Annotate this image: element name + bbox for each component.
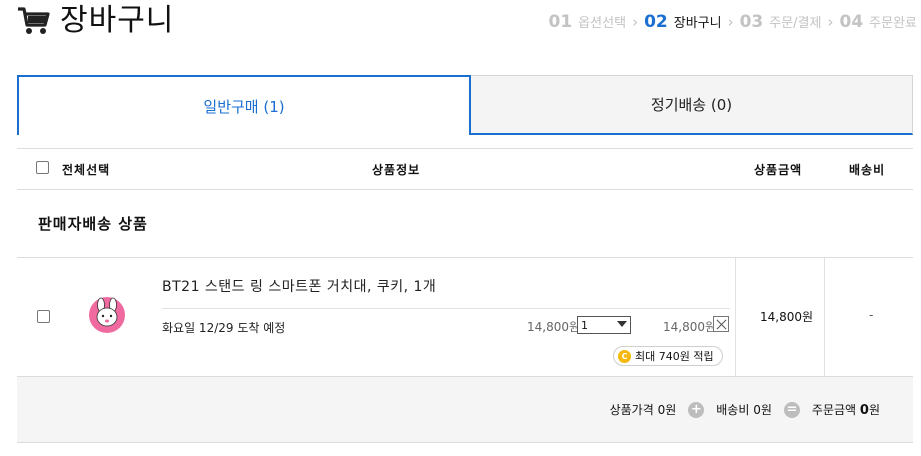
checkout-steps: 01 옵션선택 › 02 장바구니 › 03 주문/결제 › 04 주문완료 bbox=[549, 12, 917, 32]
tab-subscription-label: 정기배송 (0) bbox=[650, 96, 733, 114]
page-title: 장바구니 bbox=[60, 3, 175, 38]
select-all-checkbox[interactable] bbox=[36, 161, 49, 174]
points-badge: C 최대 740원 적립 bbox=[613, 346, 723, 366]
item-price-cell: 14,800원 bbox=[735, 258, 825, 377]
shipping-fee-header: 배송비 bbox=[849, 163, 886, 177]
product-price-label: 상품가격 bbox=[609, 403, 654, 417]
select-all-label[interactable]: 전체선택 bbox=[62, 161, 110, 178]
delivery-date: 화요일 12/29 도착 예정 bbox=[162, 321, 286, 335]
product-price-header: 상품금액 bbox=[754, 163, 803, 177]
coin-icon: C bbox=[618, 349, 631, 363]
seller-shipping-group-title: 판매자배송 상품 bbox=[38, 215, 148, 233]
points-text: 최대 740원 적립 bbox=[635, 350, 714, 363]
item-shipping-cell: - bbox=[825, 258, 913, 377]
purchase-tabs: 일반구매 (1) 정기배송 (0) bbox=[17, 75, 913, 135]
item-price: 14,800원 bbox=[760, 310, 814, 324]
chevron-right-icon: › bbox=[727, 13, 734, 31]
order-total-value: 0 bbox=[859, 403, 869, 418]
item-checkbox[interactable] bbox=[37, 310, 50, 323]
product-name-link[interactable]: BT21 스탠드 링 스마트폰 거치대, 쿠키, 1개 bbox=[162, 276, 436, 296]
product-thumbnail[interactable] bbox=[88, 296, 126, 334]
quantity-select[interactable]: 1 bbox=[577, 316, 631, 334]
order-total-label: 주문금액 bbox=[811, 403, 857, 417]
chevron-down-icon bbox=[617, 321, 627, 327]
equals-icon: = bbox=[783, 401, 800, 418]
unit-price: 14,800원 bbox=[527, 320, 581, 334]
line-price: 14,800원 bbox=[663, 320, 717, 334]
shipping-value: 0원 bbox=[753, 403, 772, 417]
remove-item-button[interactable] bbox=[713, 316, 729, 332]
tab-general-label: 일반구매 (1) bbox=[203, 97, 285, 116]
step-cart: 02 장바구니 bbox=[644, 12, 722, 32]
chevron-right-icon: › bbox=[632, 13, 639, 31]
item-divider bbox=[162, 308, 730, 309]
tab-general-purchase[interactable]: 일반구매 (1) bbox=[17, 75, 471, 135]
item-shipping: - bbox=[869, 308, 874, 322]
shipping-label: 배송비 bbox=[716, 403, 750, 417]
tab-subscription[interactable]: 정기배송 (0) bbox=[471, 75, 913, 135]
step-complete: 04 주문완료 bbox=[839, 12, 917, 32]
order-summary: 상품가격 0원 + 배송비 0원 = 주문금액 0원 bbox=[17, 376, 913, 443]
chevron-right-icon: › bbox=[827, 13, 834, 31]
plus-icon: + bbox=[688, 401, 705, 418]
cart-table-header: 전체선택 상품정보 상품금액 배송비 bbox=[17, 148, 913, 190]
order-total-unit: 원 bbox=[868, 403, 880, 417]
product-info-header: 상품정보 bbox=[372, 163, 421, 177]
page-header: 장바구니 01 옵션선택 › 02 장바구니 › 03 주문/결제 › 04 주… bbox=[0, 0, 921, 50]
cart-item-row: BT21 스탠드 링 스마트폰 거치대, 쿠키, 1개 화요일 12/29 도착… bbox=[17, 257, 913, 377]
order-total: 주문금액 0원 bbox=[812, 401, 880, 418]
quantity-value: 1 bbox=[581, 318, 588, 332]
step-checkout: 03 주문/결제 bbox=[739, 12, 822, 32]
summary-line: 상품가격 0원 + 배송비 0원 = 주문금액 0원 bbox=[610, 401, 880, 418]
product-price-value: 0원 bbox=[657, 403, 677, 417]
shopping-cart-icon bbox=[18, 7, 50, 34]
step-options: 01 옵션선택 bbox=[548, 12, 627, 32]
